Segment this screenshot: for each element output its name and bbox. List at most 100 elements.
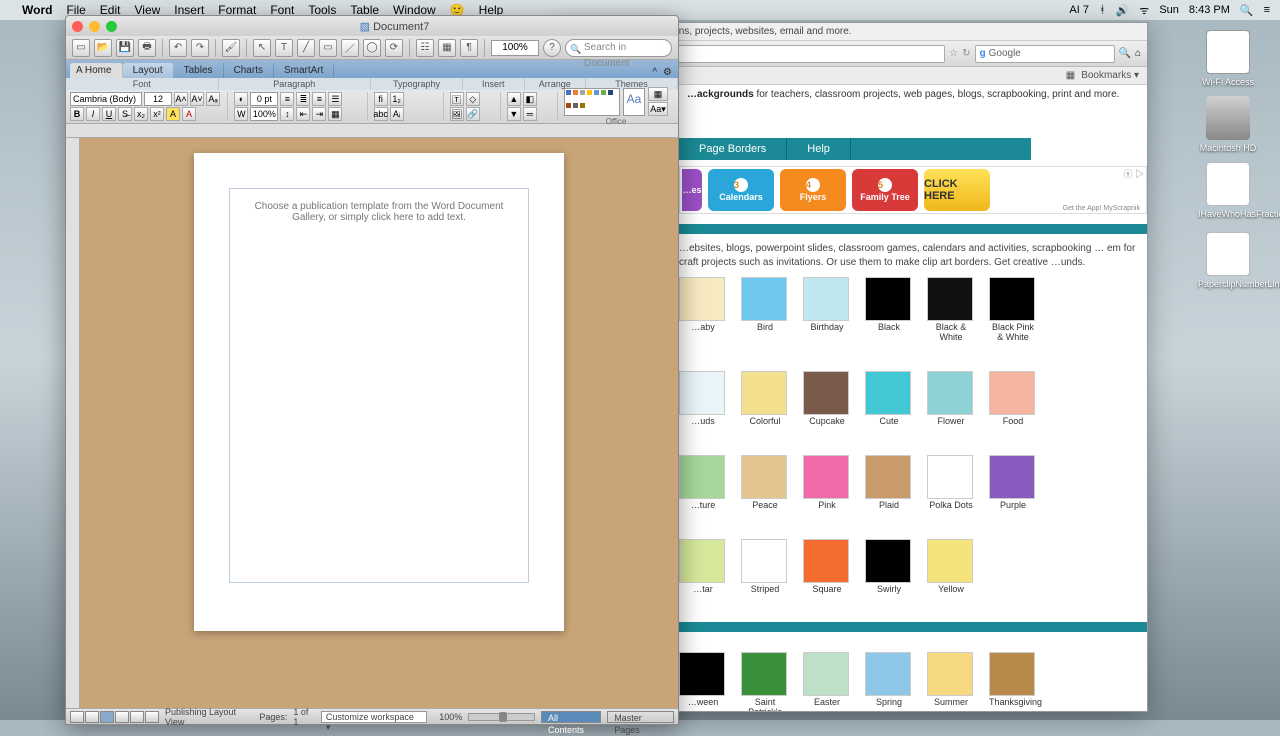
page-canvas[interactable]: Choose a publication template from the W… — [80, 138, 678, 708]
select-tool-button[interactable]: ↖ — [253, 39, 271, 57]
spotlight-icon[interactable]: 🔍 — [1240, 4, 1254, 17]
creative-cloud-icon[interactable]: AI 7 — [1069, 4, 1089, 16]
align-left-button[interactable]: ≡ — [280, 92, 294, 106]
send-back-button[interactable]: ▼ — [507, 107, 521, 121]
bookmarks-square-icon[interactable]: ▦ — [1066, 70, 1075, 81]
zoom-slider[interactable] — [468, 713, 535, 721]
reader-icon[interactable]: ☆ — [949, 48, 958, 59]
line-tool-button[interactable]: ╱ — [297, 39, 315, 57]
undo-button[interactable]: ↶ — [169, 39, 187, 57]
paragraph-marks-button[interactable]: ¶ — [460, 39, 478, 57]
thumbnail-item[interactable]: Saint Patrick's Day — [741, 652, 789, 711]
font-name-select[interactable]: Cambria (Body) — [70, 92, 142, 106]
search-icon[interactable]: 🔍 — [1119, 48, 1131, 59]
app-name[interactable]: Word — [22, 3, 52, 17]
clear-format-button[interactable]: Aₐ — [206, 92, 220, 106]
ribbon-collapse-icon[interactable]: ^ — [652, 67, 657, 78]
bold-button[interactable]: B — [70, 107, 84, 121]
redo-button[interactable]: ↷ — [191, 39, 209, 57]
thumbnail-item[interactable]: Cupcake — [803, 371, 851, 427]
thumbnail-item[interactable]: Polka Dots — [927, 455, 975, 511]
save-button[interactable]: 💾 — [116, 39, 134, 57]
shape-oval-button[interactable]: ◯ — [363, 39, 381, 57]
publishing-view-button[interactable] — [100, 711, 114, 723]
focus-view-button[interactable] — [145, 711, 159, 723]
justify-button[interactable]: ☰ — [328, 92, 342, 106]
draft-view-button[interactable] — [70, 711, 84, 723]
thumbnail-item[interactable]: Cute — [865, 371, 913, 427]
theme-dropdown-button[interactable]: Aa▾ — [648, 102, 668, 116]
scaling-value[interactable]: 100% — [250, 107, 278, 121]
notifications-icon[interactable]: ≡ — [1264, 4, 1270, 16]
stylistic-set-button[interactable]: 1₂ — [390, 92, 404, 106]
thumbnail-item[interactable]: …tar — [679, 539, 727, 595]
browser-menu-icon[interactable]: ⌂ — [1135, 48, 1141, 59]
close-button[interactable] — [72, 21, 83, 32]
format-painter-button[interactable]: 🖌 — [222, 39, 240, 57]
thumbnail-item[interactable]: Food — [989, 371, 1037, 427]
thumbnail-item[interactable]: Striped — [741, 539, 789, 595]
thumbnail-item[interactable]: …uds — [679, 371, 727, 427]
thumbnail-item[interactable]: Bird — [741, 277, 789, 343]
columns-button[interactable]: ☷ — [416, 39, 434, 57]
thumbnail-item[interactable]: Purple — [989, 455, 1037, 511]
help-button[interactable]: ? — [543, 39, 561, 57]
thumbnail-item[interactable]: Thanksgiving — [989, 652, 1037, 711]
print-button[interactable]: 🖶 — [138, 39, 156, 57]
bluetooth-icon[interactable]: ᚼ — [1099, 4, 1106, 16]
nav-help[interactable]: Help — [787, 138, 851, 160]
indent-left-button[interactable]: ⇤ — [296, 107, 310, 121]
thumbnail-item[interactable]: Square — [803, 539, 851, 595]
bookmarks-dropdown[interactable]: Bookmarks ▾ — [1081, 70, 1139, 81]
minimize-button[interactable] — [89, 21, 100, 32]
thumbnail-item[interactable]: Plaid — [865, 455, 913, 511]
shrink-font-button[interactable]: A˅ — [190, 92, 204, 106]
thumbnail-item[interactable]: Pink — [803, 455, 851, 511]
line-spacing-button[interactable]: ↕ — [280, 107, 294, 121]
ligatures-button[interactable]: fi — [374, 92, 388, 106]
thumbnail-item[interactable]: Flower — [927, 371, 975, 427]
align-objects-button[interactable]: ═ — [523, 107, 537, 121]
shape-insert-button[interactable]: ◇ — [466, 92, 480, 106]
bring-forward-button[interactable]: ▲ — [507, 92, 521, 106]
text-box-insert-button[interactable]: 🅃 — [450, 92, 464, 106]
superscript-button[interactable]: x² — [150, 107, 164, 121]
link-button[interactable]: 🔗 — [466, 107, 480, 121]
thumbnail-item[interactable]: Yellow — [927, 539, 975, 595]
thumbnail-item[interactable]: Birthday — [803, 277, 851, 343]
volume-icon[interactable]: 🔊 — [1116, 4, 1130, 17]
opacity-value[interactable]: 0 pt — [250, 92, 278, 106]
highlight-button[interactable]: A — [166, 107, 180, 121]
theme-fonts-button[interactable]: Aa — [623, 88, 645, 116]
thumbnail-item[interactable]: Swirly — [865, 539, 913, 595]
ligature-abc-button[interactable]: abc — [374, 107, 388, 121]
thumbnail-item[interactable]: Peace — [741, 455, 789, 511]
thumbnail-item[interactable]: Easter — [803, 652, 851, 711]
clock-day[interactable]: Sun — [1159, 4, 1179, 16]
thumbnail-item[interactable]: Black Pink & White — [989, 277, 1037, 343]
customize-workspace-dropdown[interactable]: Customize workspace ▾ — [321, 711, 427, 723]
align-right-button[interactable]: ≡ — [312, 92, 326, 106]
show-button[interactable]: ▦ — [438, 39, 456, 57]
outline-view-button[interactable] — [85, 711, 99, 723]
align-center-button[interactable]: ≣ — [296, 92, 310, 106]
tab-tables[interactable]: Tables — [174, 63, 224, 78]
grow-font-button[interactable]: A˄ — [174, 92, 188, 106]
ad-cta-button[interactable]: CLICK HERE — [924, 169, 990, 211]
text-frame-placeholder[interactable]: Choose a publication template from the W… — [229, 188, 529, 583]
master-pages-tab[interactable]: Master Pages — [607, 711, 674, 723]
desktop-icon-file1[interactable]: IHaveWhoHasFractions — [1198, 162, 1258, 219]
ribbon-settings-icon[interactable]: ⚙ — [663, 67, 672, 78]
ad-close-icon[interactable]: ⓧ ▷ — [1123, 167, 1144, 180]
tab-smartart[interactable]: SmartArt — [274, 63, 334, 78]
open-button[interactable]: 📂 — [94, 39, 112, 57]
print-layout-view-button[interactable] — [115, 711, 129, 723]
desktop-icon-file2[interactable]: PaperclipNumberLine — [1198, 232, 1258, 289]
desktop-icon-wifi[interactable]: Wi-Fi Access — [1198, 30, 1258, 87]
ad-tile[interactable]: …es — [682, 169, 702, 211]
shape-rect-button[interactable]: ▭ — [319, 39, 337, 57]
italic-button[interactable]: I — [86, 107, 100, 121]
borders-button[interactable]: ▦ — [328, 107, 342, 121]
thumbnail-item[interactable]: Colorful — [741, 371, 789, 427]
theme-colors-gallery[interactable] — [564, 88, 620, 116]
